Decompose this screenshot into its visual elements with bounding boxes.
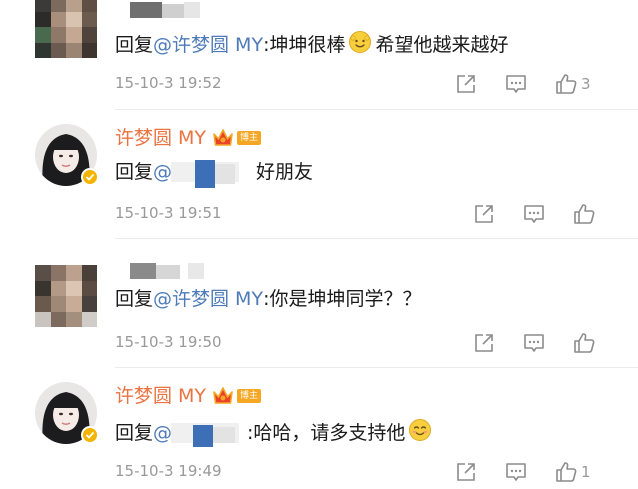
pixelated-avatar[interactable] xyxy=(35,0,97,58)
author-row: 许梦圆 MY 博主 xyxy=(115,126,262,150)
reply-prefix: 回复 xyxy=(115,422,154,444)
comment-icon xyxy=(505,461,527,483)
comment-text: 回复 @ 好朋友 xyxy=(115,160,314,188)
username[interactable]: 许梦圆 MY xyxy=(115,385,206,407)
comment-list: 回复 @许梦圆 MY :坤坤很棒 希望他越来越好 15-10-3 19:52 3… xyxy=(0,0,638,489)
comment-meta: 15-10-3 19:52 3 xyxy=(115,72,595,96)
timestamp: 15-10-3 19:50 xyxy=(115,333,222,351)
like-button[interactable] xyxy=(573,202,595,226)
comment-body: 好朋友 xyxy=(256,161,314,183)
comment-text: 回复 @许梦圆 MY :你是坤坤同学？？ xyxy=(115,287,421,311)
reply-button[interactable] xyxy=(523,202,545,226)
forward-button[interactable] xyxy=(473,331,495,355)
like-button[interactable]: 3 xyxy=(555,72,591,96)
mention-link[interactable]: @许梦圆 MY xyxy=(153,287,263,311)
thumbs-up-icon xyxy=(555,73,577,95)
forward-icon xyxy=(473,203,495,225)
forward-button[interactable] xyxy=(455,460,477,484)
timestamp: 15-10-3 19:49 xyxy=(115,462,222,480)
forward-button[interactable] xyxy=(455,72,477,96)
forward-icon xyxy=(455,461,477,483)
comment-item: 许梦圆 MY 博主 回复 @ 好朋友 15-10-3 19:51 xyxy=(0,110,638,238)
like-button[interactable]: 1 xyxy=(555,460,591,484)
smile-emoji-icon xyxy=(348,30,372,60)
comment-meta: 15-10-3 19:50 xyxy=(115,331,595,355)
reply-button[interactable] xyxy=(523,331,545,355)
forward-icon xyxy=(473,332,495,354)
comment-icon xyxy=(523,332,545,354)
like-button[interactable] xyxy=(573,331,595,355)
comment-body: :哈哈，请多支持他 xyxy=(247,422,406,444)
timestamp: 15-10-3 19:52 xyxy=(115,74,222,92)
comment-text: 回复 @ :哈哈，请多支持他 xyxy=(115,418,435,448)
woman-avatar[interactable] xyxy=(35,124,99,186)
username[interactable]: 许梦圆 MY xyxy=(115,127,206,149)
verified-icon xyxy=(81,426,99,444)
reply-prefix: 回复 xyxy=(115,288,154,310)
reply-prefix: 回复 xyxy=(115,161,154,183)
blogger-badge: 博主 xyxy=(237,131,262,145)
author-row: 许梦圆 MY 博主 xyxy=(115,384,262,408)
masked-mention[interactable]: @ xyxy=(153,421,247,447)
reply-button[interactable] xyxy=(505,72,527,96)
blush-emoji-icon xyxy=(408,418,432,448)
verified-icon xyxy=(81,168,99,186)
like-count: 1 xyxy=(581,463,591,481)
thumbs-up-icon xyxy=(573,203,595,225)
comment-item: 回复 @许梦圆 MY :你是坤坤同学？？ 15-10-3 19:50 xyxy=(0,239,638,367)
blogger-badge: 博主 xyxy=(237,389,262,403)
crown-icon xyxy=(212,386,234,406)
reply-button[interactable] xyxy=(505,460,527,484)
comment-icon xyxy=(523,203,545,225)
comment-body: :坤坤很棒 xyxy=(263,34,346,56)
crown-icon xyxy=(212,128,234,148)
comment-item: 许梦圆 MY 博主 回复 @ :哈哈，请多支持他 15-10-3 19:49 1 xyxy=(0,368,638,489)
comment-item: 回复 @许梦圆 MY :坤坤很棒 希望他越来越好 15-10-3 19:52 3 xyxy=(0,0,638,110)
comment-body-tail: 希望他越来越好 xyxy=(375,34,509,56)
thumbs-up-icon xyxy=(573,332,595,354)
mention-at: @ xyxy=(153,422,173,444)
mention-at: @ xyxy=(153,161,173,183)
forward-button[interactable] xyxy=(473,202,495,226)
comment-meta: 15-10-3 19:51 xyxy=(115,202,595,226)
reply-prefix: 回复 xyxy=(115,34,154,56)
mention-link[interactable]: @许梦圆 MY xyxy=(153,33,263,57)
woman-avatar[interactable] xyxy=(35,382,99,444)
comment-text: 回复 @许梦圆 MY :坤坤很棒 希望他越来越好 xyxy=(115,30,508,60)
comment-icon xyxy=(505,73,527,95)
forward-icon xyxy=(455,73,477,95)
thumbs-up-icon xyxy=(555,461,577,483)
pixelated-avatar[interactable] xyxy=(35,265,97,327)
like-count: 3 xyxy=(581,75,591,93)
comment-body: :你是坤坤同学？？ xyxy=(263,288,422,310)
timestamp: 15-10-3 19:51 xyxy=(115,204,222,222)
masked-mention[interactable]: @ xyxy=(153,160,256,188)
comment-meta: 15-10-3 19:49 1 xyxy=(115,460,595,484)
